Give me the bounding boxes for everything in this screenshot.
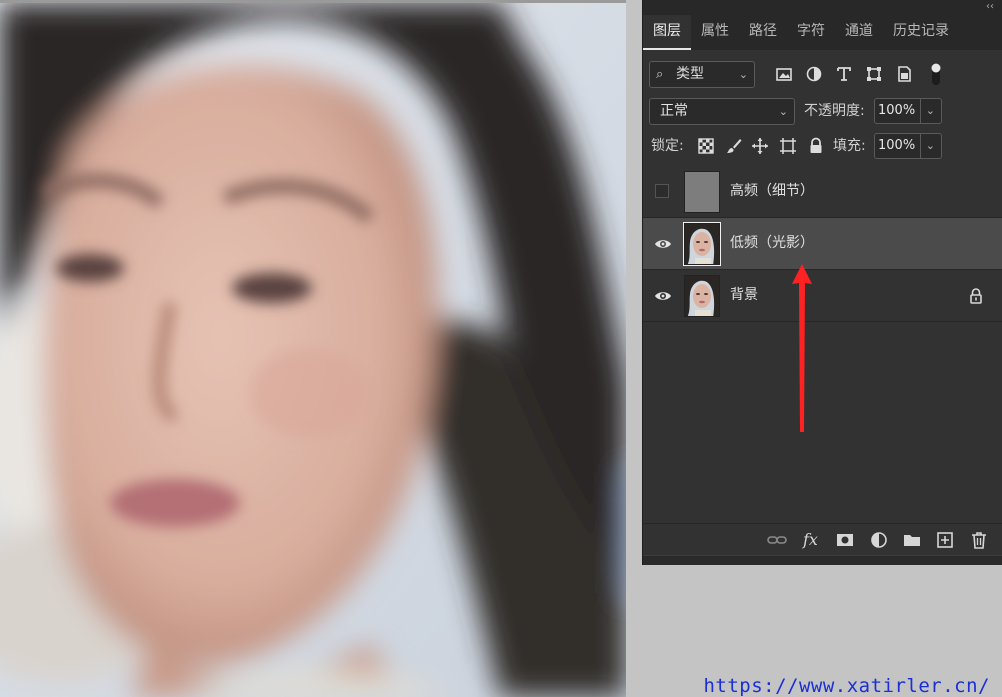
layer-filter-row: ⌕ 类型 ⌄ bbox=[643, 58, 1002, 90]
opacity-field[interactable]: 100% ⌄ bbox=[874, 98, 942, 124]
fill-label: 填充: bbox=[833, 138, 866, 154]
layer-thumbnail-portrait bbox=[684, 275, 720, 317]
layer-thumbnail-portrait bbox=[683, 222, 721, 266]
opacity-label: 不透明度: bbox=[804, 103, 865, 119]
watermark-url: https://www.xatirler.cn/ bbox=[703, 675, 990, 697]
panel-tabs: 图层 属性 路径 字符 通道 历史记录 bbox=[643, 15, 1002, 50]
chevron-down-icon: ⌄ bbox=[738, 68, 748, 81]
lock-position-icon[interactable] bbox=[751, 137, 769, 155]
image-filter-icon[interactable] bbox=[775, 65, 793, 83]
tab-history[interactable]: 历史记录 bbox=[883, 15, 959, 50]
chevron-down-icon: ⌄ bbox=[778, 105, 788, 118]
layer-row-high-frequency[interactable]: 高频（细节） bbox=[643, 166, 1002, 218]
tab-layers[interactable]: 图层 bbox=[643, 15, 691, 50]
layer-row-background[interactable]: 背景 bbox=[643, 270, 1002, 322]
layers-panel: ‹‹ 图层 属性 路径 字符 通道 历史记录 ⌕ 类型 ⌄ 正常 ⌄ 不透明度:… bbox=[642, 0, 1002, 565]
tab-properties[interactable]: 属性 bbox=[691, 15, 739, 50]
portrait-thumbnail-image bbox=[685, 224, 719, 264]
lock-row: 锁定: 填充: 100% ⌄ bbox=[643, 131, 1002, 161]
panel-resize-bar[interactable] bbox=[643, 555, 1002, 565]
lock-paint-icon[interactable] bbox=[725, 137, 743, 155]
eye-icon[interactable] bbox=[654, 287, 672, 305]
filter-toggle-icon[interactable] bbox=[929, 61, 943, 87]
eye-icon[interactable] bbox=[654, 235, 672, 253]
type-filter-icon[interactable] bbox=[835, 65, 853, 83]
link-layers-icon[interactable] bbox=[767, 530, 787, 550]
layer-name[interactable]: 背景 bbox=[730, 270, 758, 320]
panel-bottom-toolbar: fx bbox=[643, 523, 1002, 555]
search-icon: ⌕ bbox=[656, 67, 664, 82]
red-annotation-arrow bbox=[792, 264, 812, 432]
layer-thumbnail-gray bbox=[684, 171, 720, 213]
fx-icon[interactable]: fx bbox=[803, 530, 823, 550]
tab-character[interactable]: 字符 bbox=[787, 15, 835, 50]
lock-transparent-icon[interactable] bbox=[697, 137, 715, 155]
adjustment-layer-icon[interactable] bbox=[869, 530, 889, 550]
smart-object-filter-icon[interactable] bbox=[895, 65, 913, 83]
fill-field[interactable]: 100% ⌄ bbox=[874, 133, 942, 159]
filter-kind-select[interactable]: ⌕ 类型 ⌄ bbox=[649, 61, 755, 88]
visibility-toggle-off[interactable] bbox=[655, 184, 669, 198]
lock-label: 锁定: bbox=[651, 138, 684, 154]
mask-icon[interactable] bbox=[835, 530, 855, 550]
shape-filter-icon[interactable] bbox=[865, 65, 883, 83]
divider bbox=[920, 99, 921, 123]
blend-row: 正常 ⌄ 不透明度: 100% ⌄ bbox=[643, 96, 1002, 126]
group-folder-icon[interactable] bbox=[902, 530, 922, 550]
divider bbox=[920, 134, 921, 158]
document-canvas[interactable] bbox=[0, 0, 626, 697]
tab-paths[interactable]: 路径 bbox=[739, 15, 787, 50]
panel-titlebar: ‹‹ bbox=[643, 0, 1002, 15]
opacity-value: 100% bbox=[878, 103, 916, 118]
layers-list: 高频（细节） 低频（光影） 背景 bbox=[643, 166, 1002, 322]
portrait-thumbnail-image bbox=[685, 276, 719, 316]
adjustment-filter-icon[interactable] bbox=[805, 65, 823, 83]
delete-icon[interactable] bbox=[969, 530, 989, 550]
chevron-down-icon[interactable]: ⌄ bbox=[926, 99, 935, 123]
blend-mode-value: 正常 bbox=[660, 103, 688, 119]
layer-name[interactable]: 低频（光影） bbox=[730, 218, 814, 268]
lock-artboard-icon[interactable] bbox=[779, 137, 797, 155]
collapse-panel-icon[interactable]: ‹‹ bbox=[986, 1, 994, 13]
lock-all-icon[interactable] bbox=[807, 137, 825, 155]
blend-mode-select[interactable]: 正常 ⌄ bbox=[649, 98, 795, 125]
lock-icon[interactable] bbox=[968, 287, 984, 305]
chevron-down-icon[interactable]: ⌄ bbox=[926, 134, 935, 158]
new-layer-icon[interactable] bbox=[935, 530, 955, 550]
layer-row-low-frequency[interactable]: 低频（光影） bbox=[643, 218, 1002, 270]
fill-value: 100% bbox=[878, 138, 916, 153]
filter-kind-label: 类型 bbox=[676, 66, 704, 82]
tab-channels[interactable]: 通道 bbox=[835, 15, 883, 50]
layer-name[interactable]: 高频（细节） bbox=[730, 166, 814, 216]
blurred-portrait-photo bbox=[0, 3, 626, 697]
